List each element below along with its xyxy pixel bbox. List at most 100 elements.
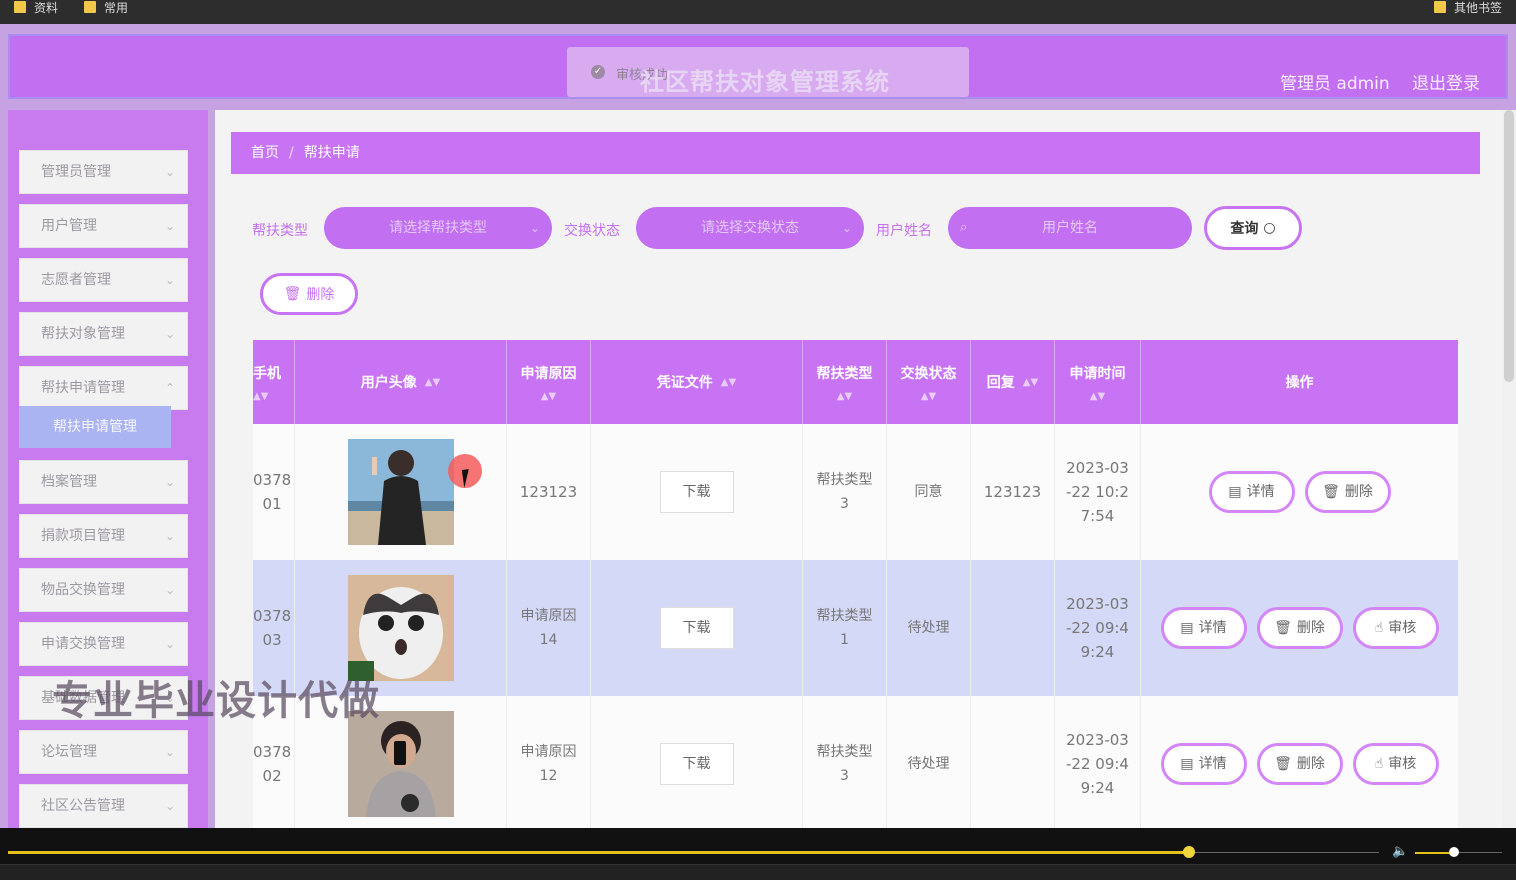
sidebar-item-label: 帮扶申请管理 <box>41 380 125 396</box>
aid-type-select[interactable]: 请选择帮扶类型 ⌄ <box>324 207 552 249</box>
chevron-down-icon: ⌄ <box>164 327 175 341</box>
column-header-status[interactable]: 交换状态 ▲▼ <box>887 340 971 424</box>
chevron-down-icon: ⌄ <box>164 637 175 651</box>
column-header-avatar[interactable]: 用户头像 ▲▼ <box>295 340 507 424</box>
bookmark-other[interactable]: 其他书签 <box>1434 0 1503 15</box>
delete-button[interactable]: 🗑 删除 <box>1256 743 1343 785</box>
table-row: 0378 03 申请原因 14 下载 帮扶类型 1 待处理 2023-03 -2… <box>253 560 1458 696</box>
column-header-phone[interactable]: 手机 ▲▼ <box>253 340 295 424</box>
app-page: ✓ 审核成功 社区帮扶对象管理系统 管理员 admin 退出登录 管理员管理 ⌄ … <box>0 24 1516 828</box>
type-cell: 帮扶类型 3 <box>803 424 887 560</box>
details-label: 详情 <box>1198 756 1227 772</box>
reply-cell <box>971 696 1055 828</box>
sidebar-item-label: 物品交换管理 <box>41 582 125 598</box>
watermark-text: 专业毕业设计代做 <box>52 678 380 724</box>
delete-button[interactable]: 🗑 删除 <box>1256 607 1343 649</box>
download-button[interactable]: 下载 <box>659 743 734 785</box>
volume-knob[interactable] <box>1449 847 1459 857</box>
progress-remaining[interactable] <box>1189 852 1379 853</box>
sidebar-subitem-aid-applications[interactable]: 帮扶申请管理 <box>19 406 171 448</box>
column-header-file[interactable]: 凭证文件 ▲▼ <box>591 340 803 424</box>
reason-cell: 申请原因 12 <box>507 696 591 828</box>
bookmark-changyong[interactable]: 常用 <box>84 0 128 15</box>
sort-icon: ▲▼ <box>1022 376 1039 388</box>
column-header-type[interactable]: 帮扶类型 ▲▼ <box>803 340 887 424</box>
sidebar-item-exchange-requests[interactable]: 申请交换管理 ⌄ <box>19 622 188 666</box>
review-button[interactable]: ☝ 审核 <box>1352 607 1439 649</box>
file-cell: 下载 <box>591 560 803 696</box>
details-button[interactable]: ▤ 详情 <box>1160 743 1247 785</box>
time-cell: 2023-03 -22 09:4 9:24 <box>1055 560 1141 696</box>
column-title: 帮扶类型 <box>816 365 873 382</box>
column-header-reason[interactable]: 申请原因 ▲▼ <box>507 340 591 424</box>
sidebar-item-aid-targets[interactable]: 帮扶对象管理 ⌄ <box>19 312 188 356</box>
column-header-time[interactable]: 申请时间 ▲▼ <box>1055 340 1141 424</box>
sidebar-item-item-exchange[interactable]: 物品交换管理 ⌄ <box>19 568 188 612</box>
sidebar-item-archives[interactable]: 档案管理 ⌄ <box>19 460 188 504</box>
progress-knob[interactable] <box>1183 846 1195 858</box>
system-title: 社区帮扶对象管理系统 <box>640 68 890 96</box>
sort-icon: ▲▼ <box>1089 390 1106 402</box>
sidebar-item-admin[interactable]: 管理员管理 ⌄ <box>19 150 188 194</box>
reply-cell <box>971 560 1055 696</box>
search-icon: ○ <box>1263 220 1276 236</box>
actions-cell: ▤ 详情 🗑 删除 ☝ 审核 <box>1141 696 1458 828</box>
type-cell: 帮扶类型 3 <box>803 696 887 828</box>
breadcrumb-home[interactable]: 首页 <box>251 145 279 161</box>
sidebar-item-label: 捐款项目管理 <box>41 528 125 544</box>
sidebar-item-label: 用户管理 <box>41 218 97 234</box>
sidebar-item-aid-applications[interactable]: 帮扶申请管理 ⌃ <box>19 366 188 410</box>
user-name-placeholder: 用户姓名 <box>1042 220 1098 236</box>
bookmark-label: 其他书签 <box>1454 0 1503 15</box>
volume-remaining[interactable] <box>1454 852 1502 853</box>
exchange-status-select[interactable]: 请选择交换状态 ⌄ <box>636 207 864 249</box>
applications-table: 手机 ▲▼ 用户头像 ▲▼ 申请原因 ▲▼ 凭证文件 ▲▼ 帮扶类型 ▲▼ 交换状态 ▲▼ … <box>253 340 1458 828</box>
sidebar-item-announcements[interactable]: 社区公告管理 ⌄ <box>19 784 188 828</box>
reason-cell: 申请原因 14 <box>507 560 591 696</box>
sidebar-item-label: 管理员管理 <box>41 164 111 180</box>
chevron-down-icon: ⌄ <box>164 799 175 813</box>
sidebar-item-users[interactable]: 用户管理 ⌄ <box>19 204 188 248</box>
time-cell: 2023-03 -22 09:4 9:24 <box>1055 696 1141 828</box>
sort-icon: ▲▼ <box>720 376 737 388</box>
chevron-up-icon: ⌃ <box>164 381 175 395</box>
chevron-down-icon: ⌄ <box>164 745 175 759</box>
details-button[interactable]: ▤ 详情 <box>1208 471 1295 513</box>
logout-link[interactable]: 退出登录 <box>1412 69 1480 94</box>
delete-label: 删除 <box>1296 756 1325 772</box>
sidebar-item-forum[interactable]: 论坛管理 ⌄ <box>19 730 188 774</box>
sidebar-item-volunteers[interactable]: 志愿者管理 ⌄ <box>19 258 188 302</box>
scroll-thumb[interactable] <box>1504 110 1514 382</box>
column-title: 手机 <box>253 365 281 382</box>
bulk-delete-button[interactable]: 🗑 删除 <box>260 273 358 315</box>
mouse-pointer-icon <box>461 468 479 488</box>
column-header-actions: 操作 <box>1141 340 1458 424</box>
column-title: 交换状态 <box>900 365 957 382</box>
column-title: 申请原因 <box>520 365 577 382</box>
column-header-reply[interactable]: 回复 ▲▼ <box>971 340 1055 424</box>
top-header: ✓ 审核成功 社区帮扶对象管理系统 管理员 admin 退出登录 <box>8 34 1508 99</box>
sidebar-item-label: 帮扶对象管理 <box>41 326 125 342</box>
bookmark-ziliao[interactable]: 资料 <box>14 0 58 15</box>
sort-icon: ▲▼ <box>424 376 441 388</box>
download-button[interactable]: 下载 <box>659 607 734 649</box>
sidebar-item-donations[interactable]: 捐款项目管理 ⌄ <box>19 514 188 558</box>
exchange-status-placeholder: 请选择交换状态 <box>701 220 799 236</box>
document-icon: ▤ <box>1228 484 1242 500</box>
chevron-down-icon: ⌄ <box>164 529 175 543</box>
sort-icon: ▲▼ <box>836 390 853 402</box>
details-button[interactable]: ▤ 详情 <box>1160 607 1247 649</box>
progress-track[interactable] <box>8 851 1188 854</box>
filter-type-label: 帮扶类型 <box>252 223 308 239</box>
chevron-down-icon: ⌄ <box>164 475 175 489</box>
query-button[interactable]: 查询 ○ <box>1204 206 1302 250</box>
delete-button[interactable]: 🗑 删除 <box>1304 471 1391 513</box>
review-button[interactable]: ☝ 审核 <box>1352 743 1439 785</box>
sort-icon: ▲▼ <box>253 390 269 402</box>
chevron-down-icon: ⌄ <box>529 221 540 235</box>
page-scrollbar[interactable] <box>1502 110 1516 828</box>
download-button[interactable]: 下载 <box>659 471 734 513</box>
volume-icon[interactable]: 🔈 <box>1392 844 1408 859</box>
user-name-input[interactable]: ⌕ 用户姓名 <box>948 207 1192 249</box>
user-avatar-image <box>347 711 454 817</box>
